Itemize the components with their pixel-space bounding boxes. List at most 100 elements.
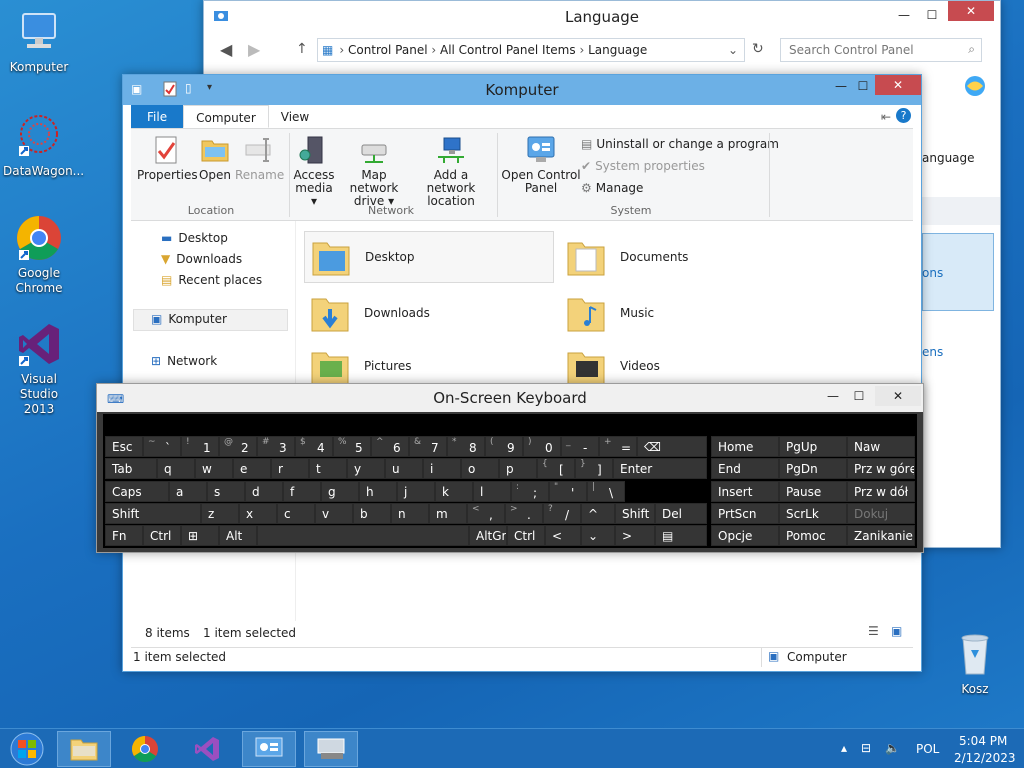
close-button[interactable]: ✕ (875, 386, 921, 406)
tab-computer[interactable]: Computer (183, 105, 269, 128)
help-icon[interactable]: ? (896, 108, 911, 123)
key-scrlk[interactable]: ScrLk (779, 503, 847, 524)
key-punct-0[interactable]: :; (511, 481, 549, 502)
options-link-2[interactable]: ens (922, 345, 943, 359)
nav-item-desktop[interactable]: ▬ Desktop (161, 231, 228, 245)
volume-icon[interactable]: 🔈 (885, 741, 900, 755)
key-enter[interactable]: Enter (613, 458, 707, 479)
key-2[interactable]: @2 (219, 436, 257, 457)
folder-downloads[interactable]: Downloads (304, 287, 554, 339)
key-z[interactable]: z (201, 503, 239, 524)
key-altgr[interactable]: AltGr (469, 525, 507, 546)
maximize-button[interactable]: ☐ (849, 76, 877, 96)
folder-music[interactable]: Music (560, 287, 810, 339)
key-zanikanie[interactable]: Zanikanie (847, 525, 915, 546)
breadcrumb-language[interactable]: Language (588, 43, 647, 57)
taskbar-explorer[interactable] (57, 731, 111, 767)
key-shift-left[interactable]: Shift (105, 503, 201, 524)
system-properties-button[interactable]: ✔ System properties (581, 159, 705, 173)
chevron-down-icon[interactable]: ⌄ (728, 43, 738, 57)
map-network-drive-button[interactable]: Map network drive ▾ (337, 135, 411, 208)
key-x[interactable]: x (239, 503, 277, 524)
nav-item-network[interactable]: ⊞ Network (151, 354, 217, 368)
on-screen-keyboard-window[interactable]: ⌨ On-Screen Keyboard — ☐ ✕ Esc ~ `! 1 @2 #3 $4… (96, 383, 924, 553)
folder-documents[interactable]: Documents (560, 231, 810, 283)
key-pomoc[interactable]: Pomoc (779, 525, 847, 546)
folder-videos[interactable]: Videos (560, 343, 810, 383)
taskbar-visual-studio[interactable] (180, 731, 234, 767)
key-0[interactable]: ) 0 (523, 436, 561, 457)
key-9[interactable]: (9 (485, 436, 523, 457)
key-=[interactable]: + = (599, 436, 637, 457)
key-8[interactable]: * 8 (447, 436, 485, 457)
key-a[interactable]: a (169, 481, 207, 502)
desktop-icon-datawagon[interactable]: DataWagon... (3, 112, 84, 179)
key-5[interactable]: % 5 (333, 436, 371, 457)
language-titlebar[interactable]: Language — ☐ ✕ (204, 1, 1000, 33)
minimize-button[interactable]: — (890, 5, 918, 25)
forward-icon[interactable]: ▶ (248, 40, 260, 59)
key-naw[interactable]: Naw (847, 436, 915, 457)
key-dokuj[interactable]: Dokuj (847, 503, 915, 524)
show-hidden-icons-icon[interactable]: ▴ (841, 741, 847, 755)
address-bar[interactable]: ▦ › Control Panel › All Control Panel It… (317, 38, 745, 62)
uninstall-program-button[interactable]: ▤ Uninstall or change a program (581, 137, 779, 151)
key-menu[interactable]: ▤ (655, 525, 707, 546)
key-4[interactable]: $4 (295, 436, 333, 457)
key-ctrl-left[interactable]: Ctrl (143, 525, 181, 546)
up-icon[interactable]: ↑ (296, 41, 308, 57)
taskbar-chrome[interactable] (118, 731, 172, 767)
key-6[interactable]: ^ 6 (371, 436, 409, 457)
key-prtscn[interactable]: PrtScn (711, 503, 779, 524)
key--[interactable]: _ - (561, 436, 599, 457)
properties-icon[interactable] (163, 81, 177, 100)
search-input[interactable]: Search Control Panel ⌕ (780, 38, 982, 62)
key-v[interactable]: v (315, 503, 353, 524)
properties-button[interactable]: Properties (137, 135, 198, 182)
tab-view[interactable]: View (269, 105, 321, 128)
clock-date[interactable]: 2/12/2023 (954, 751, 1016, 765)
key-s[interactable]: s (207, 481, 245, 502)
key-r[interactable]: r (271, 458, 309, 479)
key-`[interactable]: ~ ` (143, 436, 181, 457)
key-g[interactable]: g (321, 481, 359, 502)
desktop-icon-komputer[interactable]: Komputer (3, 8, 75, 75)
taskbar-control-panel[interactable] (242, 731, 296, 767)
key-h[interactable]: h (359, 481, 397, 502)
breadcrumb-control-panel[interactable]: Control Panel (348, 43, 428, 57)
key-punct-4[interactable]: >. (505, 503, 543, 524)
key-m[interactable]: m (429, 503, 467, 524)
network-icon[interactable]: ⊟ (861, 741, 871, 755)
key-left[interactable]: < (545, 525, 581, 546)
open-control-panel-button[interactable]: Open Control Panel (501, 135, 581, 195)
nav-item-downloads[interactable]: ▼ Downloads (161, 252, 242, 266)
options-link[interactable]: ons (922, 266, 943, 280)
key-del[interactable]: Del (655, 503, 707, 524)
key-fn[interactable]: Fn (105, 525, 143, 546)
key-7[interactable]: & 7 (409, 436, 447, 457)
key-backspace[interactable]: ⌫ (637, 436, 707, 457)
breadcrumb-all-items[interactable]: All Control Panel Items (440, 43, 576, 57)
rename-button[interactable]: Rename (235, 135, 284, 182)
key-o[interactable]: o (461, 458, 499, 479)
key-pause[interactable]: Pause (779, 481, 847, 502)
key-p[interactable]: p (499, 458, 537, 479)
maximize-button[interactable]: ☐ (845, 386, 873, 406)
key-3[interactable]: #3 (257, 436, 295, 457)
key-c[interactable]: c (277, 503, 315, 524)
access-media-button[interactable]: Access media ▾ (293, 135, 335, 208)
key-pgup[interactable]: PgUp (779, 436, 847, 457)
key-ctrl-right[interactable]: Ctrl (507, 525, 545, 546)
key-pgdn[interactable]: PgDn (779, 458, 847, 479)
folder-pictures[interactable]: Pictures (304, 343, 554, 383)
key-end[interactable]: End (711, 458, 779, 479)
nav-item-komputer[interactable]: ▣ Komputer (151, 312, 227, 326)
start-button[interactable] (2, 731, 52, 767)
key-esc[interactable]: Esc (105, 436, 143, 457)
desktop-icon-recycle-bin[interactable]: Kosz (939, 630, 1011, 697)
key-bracket-1[interactable]: }] (575, 458, 613, 479)
key-l[interactable]: l (473, 481, 511, 502)
key-j[interactable]: j (397, 481, 435, 502)
key-caps[interactable]: Caps (105, 481, 169, 502)
manage-button[interactable]: ⚙ Manage (581, 181, 643, 195)
